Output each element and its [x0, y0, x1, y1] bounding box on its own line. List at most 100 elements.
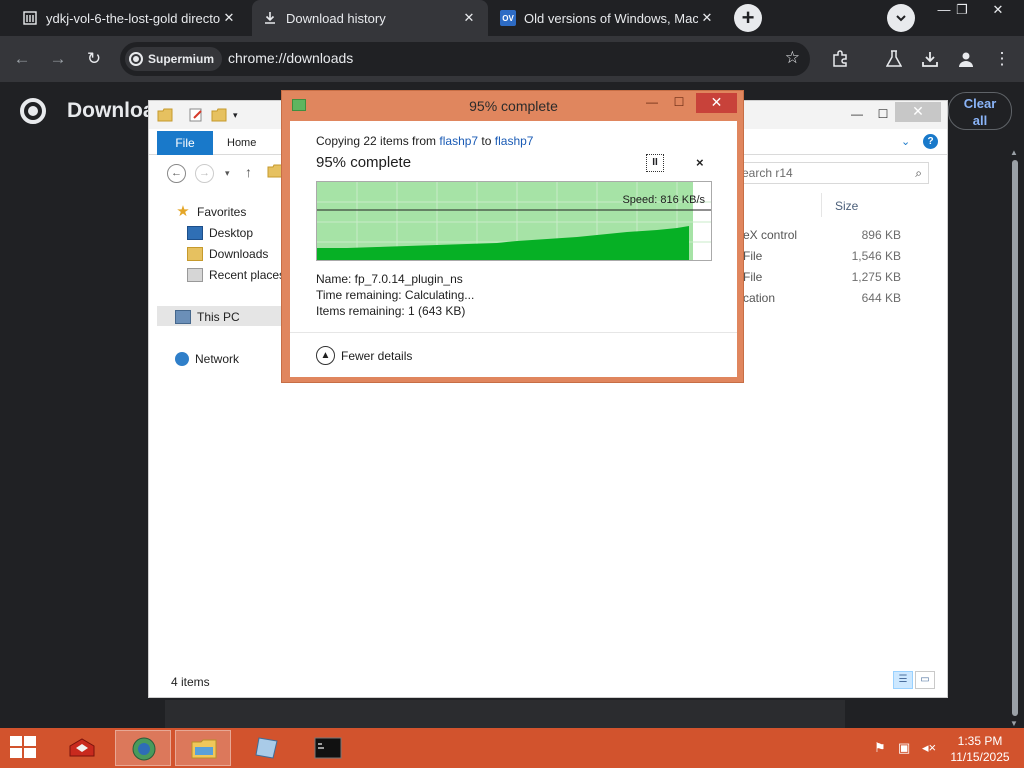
tab-title: Download history — [286, 10, 386, 26]
source-link[interactable]: flashp7 — [439, 134, 478, 148]
new-folder-icon[interactable] — [211, 108, 227, 125]
cancel-copy-button[interactable]: × — [696, 155, 704, 170]
taskbar-app-notepad[interactable] — [239, 730, 295, 766]
labs-flask-icon[interactable] — [882, 47, 906, 71]
details-view-icon[interactable]: ☰ — [893, 671, 913, 689]
downloads-folder-icon — [187, 247, 203, 261]
tab-file[interactable]: File — [157, 131, 213, 155]
forward-icon[interactable]: → — [195, 164, 214, 183]
profile-icon[interactable] — [954, 47, 978, 71]
notepad-icon — [253, 736, 281, 760]
page-scrollbar[interactable]: ▲ ▼ — [1008, 148, 1022, 728]
up-arrow-icon[interactable]: ↑ — [245, 164, 252, 180]
nav-item-network[interactable]: Network — [175, 352, 239, 366]
page-title: Downloa — [67, 99, 155, 122]
reload-icon[interactable]: ↻ — [82, 47, 106, 71]
nav-item-this-pc[interactable]: This PC — [175, 310, 240, 324]
tab-ydkj[interactable]: ydkj-vol-6-the-lost-gold directo ✕ — [12, 0, 248, 36]
tab-home[interactable]: Home — [227, 137, 256, 149]
close-window-button[interactable]: ✕ — [980, 0, 1016, 22]
volume-muted-icon[interactable]: ◂× — [922, 740, 936, 756]
nav-label: This PC — [197, 310, 240, 324]
scroll-up-icon[interactable]: ▲ — [1010, 148, 1018, 157]
explorer-close-button[interactable]: ✕ — [895, 102, 941, 122]
close-tab-icon[interactable]: ✕ — [220, 10, 238, 26]
command-prompt-icon — [314, 736, 342, 760]
start-button[interactable] — [10, 736, 38, 760]
column-header-size[interactable]: Size — [835, 199, 858, 213]
clear-all-label: Clear — [963, 96, 997, 111]
nav-item-downloads[interactable]: Downloads — [187, 247, 268, 261]
dialog-maximize-button[interactable]: ☐ — [666, 94, 692, 112]
help-icon[interactable]: ? — [923, 134, 938, 149]
quick-access-dropdown-icon[interactable]: ▾ — [233, 110, 238, 121]
menu-kebab-icon[interactable]: ⋮ — [990, 47, 1014, 71]
large-icons-view-icon[interactable]: ▭ — [915, 671, 935, 689]
taskbar-browser[interactable] — [115, 730, 171, 766]
forward-icon[interactable]: → — [46, 47, 70, 71]
new-tab-button[interactable]: + — [734, 4, 762, 32]
folder-icon — [157, 108, 173, 125]
dialog-minimize-button[interactable]: — — [639, 94, 665, 112]
file-type: File — [743, 270, 763, 284]
tab-download-history[interactable]: Download history ✕ — [252, 0, 488, 36]
explorer-minimize-button[interactable]: — — [843, 105, 871, 125]
file-size: 896 KB — [861, 228, 901, 242]
tab-search-button[interactable] — [887, 4, 915, 32]
system-clock[interactable]: 1:35 PM 11/15/2025 — [944, 733, 1016, 765]
address-bar[interactable]: Supermium chrome://downloads ☆ — [120, 42, 810, 76]
search-icon[interactable]: ⌕ — [915, 163, 922, 183]
chrome-logo-icon — [20, 98, 46, 124]
clear-all-button[interactable]: Clear all — [948, 92, 1012, 130]
taskbar-file-explorer[interactable] — [175, 730, 231, 766]
file-name-line: Name: fp_7.0.14_plugin_ns — [316, 272, 463, 286]
dialog-close-button[interactable]: ✕ — [696, 93, 737, 113]
file-size: 1,275 KB — [851, 270, 901, 284]
downloads-toolbar-icon[interactable] — [918, 47, 942, 71]
browser-globe-icon — [130, 737, 158, 761]
bookmark-star-icon[interactable]: ☆ — [785, 48, 800, 68]
back-icon[interactable]: ← — [10, 47, 34, 71]
recent-locations-icon[interactable]: ▾ — [225, 168, 230, 179]
nav-item-favorites[interactable]: ★ Favorites — [175, 204, 247, 219]
scrollbar-thumb[interactable] — [1012, 160, 1018, 716]
restore-window-button[interactable]: ❐ — [944, 0, 980, 22]
column-divider — [821, 193, 822, 217]
recent-places-icon — [187, 268, 203, 282]
extensions-icon[interactable] — [828, 47, 852, 71]
network-icon — [175, 352, 189, 366]
url-text[interactable]: chrome://downloads — [228, 50, 353, 66]
tab-old-versions[interactable]: OV Old versions of Windows, Mac a ✕ — [490, 0, 726, 36]
file-size: 1,546 KB — [851, 249, 901, 263]
fewer-details-button[interactable]: ▲ Fewer details — [316, 346, 412, 365]
chip-label: Supermium — [148, 52, 215, 66]
scroll-down-icon[interactable]: ▼ — [1010, 719, 1018, 728]
close-tab-icon[interactable]: ✕ — [460, 10, 478, 26]
action-center-flag-icon[interactable]: ⚑ — [874, 740, 886, 756]
search-box[interactable]: earch r14 ⌕ — [735, 162, 929, 184]
close-tab-icon[interactable]: ✕ — [698, 10, 716, 26]
nav-label: Downloads — [209, 247, 269, 261]
download-icon — [262, 10, 278, 26]
pause-button[interactable]: II — [646, 154, 664, 172]
transfer-speed-graph: Speed: 816 KB/s — [316, 181, 712, 261]
nav-label: Favorites — [197, 205, 247, 219]
properties-icon[interactable] — [189, 108, 203, 125]
page-backdrop — [165, 700, 845, 728]
copy-progress-dialog: 95% complete — ☐ ✕ Copying 22 items from… — [281, 90, 744, 383]
dialog-body: Copying 22 items from flashp7 to flashp7… — [290, 121, 737, 377]
red-toolbox-icon — [68, 736, 96, 760]
expand-ribbon-icon[interactable]: ⌄ — [901, 135, 910, 148]
explorer-maximize-button[interactable]: ☐ — [869, 105, 897, 125]
back-icon[interactable]: ← — [167, 164, 186, 183]
destination-link[interactable]: flashp7 — [495, 134, 534, 148]
clear-all-label-2: all — [972, 113, 988, 128]
nav-item-desktop[interactable]: Desktop — [187, 226, 253, 240]
taskbar-app-1[interactable] — [54, 730, 110, 766]
taskbar-command-prompt[interactable] — [300, 730, 356, 766]
nav-item-recent-places[interactable]: Recent places — [187, 268, 285, 282]
copying-prefix: Copying 22 items from — [316, 134, 440, 148]
nav-label: Network — [195, 352, 240, 366]
network-tray-icon[interactable]: ▣ — [898, 740, 910, 756]
site-info-chip[interactable]: Supermium — [125, 47, 223, 71]
